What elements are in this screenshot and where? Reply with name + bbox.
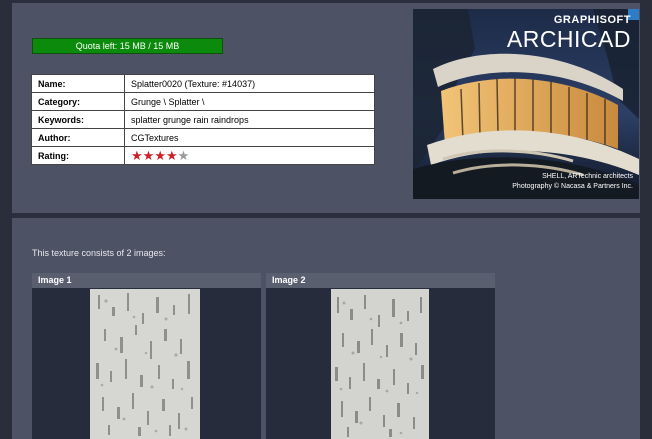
table-row: Category: Grunge \ Splatter \ [31, 92, 375, 111]
texture-image-card[interactable]: Image 1 [32, 273, 261, 439]
keywords-value: splatter grunge rain raindrops [124, 110, 375, 129]
ad-credit-line1: SHELL, ARTechnic architects [542, 173, 633, 180]
texture-thumbnail[interactable] [331, 289, 429, 439]
image-thumb-area [266, 288, 495, 439]
page-right-edge [640, 0, 652, 439]
table-row: Name: Splatter0020 (Texture: #14037) [31, 74, 375, 93]
image-card-header: Image 1 [32, 273, 261, 288]
table-row: Rating: ★★★★★ [31, 146, 375, 165]
ad-brand-main: ARCHICAD [506, 26, 631, 52]
texture-thumbnail[interactable] [90, 289, 200, 439]
table-row: Author: CGTextures [31, 128, 375, 147]
ad-brand-sub: GRAPHISOFT [553, 14, 631, 26]
rating-value[interactable]: ★★★★★ [124, 146, 375, 165]
quota-bar: Quota left: 15 MB / 15 MB [32, 38, 223, 54]
archicad-ad-banner[interactable]: GRAPHISOFT ARCHICAD SHELL, ARTechnic arc… [413, 9, 639, 199]
ad-credit-line2: Photography © Nacasa & Partners Inc. [512, 183, 633, 190]
author-label: Author: [31, 128, 125, 147]
rating-label: Rating: [31, 146, 125, 165]
page-left-edge [0, 0, 12, 439]
name-value: Splatter0020 (Texture: #14037) [124, 74, 375, 93]
star-icon[interactable]: ★ [131, 148, 143, 163]
ad-brand: GRAPHISOFT ARCHICAD [507, 13, 631, 51]
star-icon[interactable]: ★ [178, 148, 190, 163]
texture-info-table: Name: Splatter0020 (Texture: #14037) Cat… [31, 74, 375, 165]
table-row: Keywords: splatter grunge rain raindrops [31, 110, 375, 129]
star-icon[interactable]: ★ [143, 148, 155, 163]
rating-stars[interactable]: ★★★★★ [131, 148, 189, 163]
name-label: Name: [31, 74, 125, 93]
image-card-header: Image 2 [266, 273, 495, 288]
ad-credits: SHELL, ARTechnic architects Photography … [512, 172, 633, 192]
texture-image-card[interactable]: Image 2 [266, 273, 495, 439]
image-thumb-area [32, 288, 261, 439]
star-icon[interactable]: ★ [154, 148, 166, 163]
author-value: CGTextures [124, 128, 375, 147]
texture-image-count: This texture consists of 2 images: [32, 248, 166, 258]
keywords-label: Keywords: [31, 110, 125, 129]
star-icon[interactable]: ★ [166, 148, 178, 163]
category-label: Category: [31, 92, 125, 111]
category-value: Grunge \ Splatter \ [124, 92, 375, 111]
